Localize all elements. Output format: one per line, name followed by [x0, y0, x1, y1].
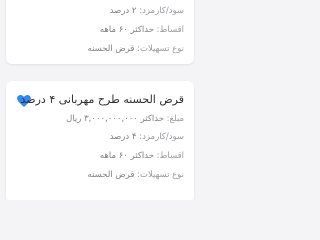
profit-value: ۲ درصد: [109, 6, 137, 16]
type-row: نوع تسهیلات: قرض الحسنه: [16, 170, 184, 180]
amount-row: مبلغ: حداکثر ۳,۰۰۰,۰۰۰,۰۰۰ ریال: [16, 114, 184, 124]
amount-value: حداکثر ۳,۰۰۰,۰۰۰,۰۰۰ ریال: [66, 114, 164, 124]
installments-label: اقساط:: [156, 151, 184, 161]
installments-value: حداکثر ۶۰ ماهه: [99, 25, 154, 35]
amount-label: مبلغ:: [166, 114, 184, 124]
type-value: قرض الحسنه: [87, 170, 135, 180]
installments-label: اقساط:: [156, 25, 184, 35]
profit-label: سود/کارمزد:: [139, 6, 184, 16]
profit-row: سود/کارمزد: ۲ درصد: [16, 6, 184, 16]
loan-title: قرض الحسنه طرح مهربانی ۴ درصد: [20, 93, 184, 106]
type-row: نوع تسهیلات: قرض الحسنه: [16, 44, 184, 54]
loan-card[interactable]: سود/کارمزد: ۲ درصد اقساط: حداکثر ۶۰ ماهه…: [6, 0, 194, 64]
installments-row: اقساط: حداکثر ۶۰ ماهه: [16, 151, 184, 161]
profit-label: سود/کارمزد:: [139, 132, 184, 142]
profit-row: سود/کارمزد: ۴ درصد: [16, 132, 184, 142]
loan-card[interactable]: قرض الحسنه طرح مهربانی ۴ درصد مبلغ: حداک…: [6, 81, 194, 200]
installments-row: اقساط: حداکثر ۶۰ ماهه: [16, 25, 184, 35]
type-label: نوع تسهیلات:: [137, 44, 184, 54]
profit-value: ۴ درصد: [109, 132, 137, 142]
type-label: نوع تسهیلات:: [137, 170, 184, 180]
type-value: قرض الحسنه: [87, 44, 135, 54]
installments-value: حداکثر ۶۰ ماهه: [99, 151, 154, 161]
loan-list-screen: سود/کارمزد: ۲ درصد اقساط: حداکثر ۶۰ ماهه…: [0, 0, 200, 200]
